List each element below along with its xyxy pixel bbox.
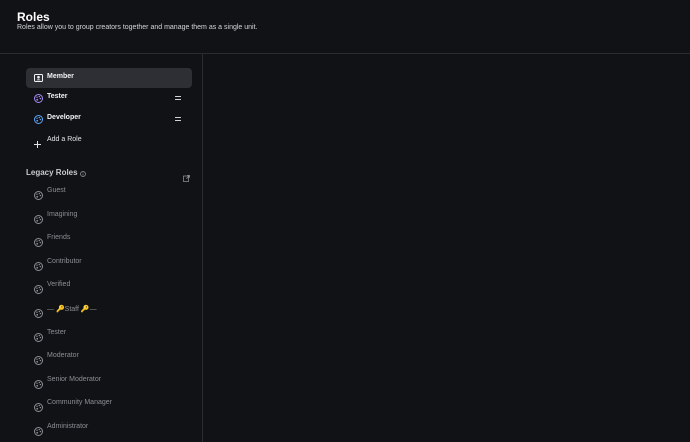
legacy-role-item[interactable]: Tester: [26, 325, 192, 343]
legacy-role-label: Friends: [47, 234, 71, 242]
palette-icon: [34, 281, 43, 295]
legacy-roles-heading: Legacy Roles: [26, 168, 86, 177]
legacy-role-label: — 🔑Staff 🔑—: [47, 306, 97, 313]
role-item-member[interactable]: Member: [26, 68, 192, 88]
legacy-role-label: Guest: [47, 187, 66, 194]
legacy-role-label: Moderator: [47, 352, 79, 360]
legacy-role-label: Tester: [47, 328, 67, 336]
roles-page: Roles Roles allow you to group creators …: [0, 0, 690, 442]
legacy-role-label: Contributor: [47, 257, 82, 265]
palette-icon: [34, 211, 43, 224]
palette-icon: [34, 423, 43, 436]
palette-icon: [33, 93, 43, 103]
add-role-button[interactable]: Add a Role: [26, 131, 192, 151]
legacy-role-item[interactable]: Verified: [26, 277, 192, 295]
legacy-role-item[interactable]: Guest: [26, 183, 192, 201]
legacy-role-label: Senior Moderator: [47, 375, 102, 383]
plus-icon: [33, 136, 43, 148]
legacy-role-label: Verified: [47, 281, 71, 289]
page-title: Roles: [17, 10, 50, 24]
info-icon[interactable]: [79, 170, 86, 177]
legacy-role-item[interactable]: Friends: [26, 230, 192, 248]
legacy-role-item[interactable]: Contributor: [26, 254, 192, 272]
external-link-icon[interactable]: [183, 169, 190, 182]
role-detail-panel: [204, 54, 690, 442]
legacy-roles-title: Legacy Roles: [26, 168, 78, 177]
legacy-role-label: Administrator: [47, 423, 89, 430]
roles-sidebar: Member Tester Developer Add a Role Legac…: [0, 54, 203, 442]
page-header: Roles Roles allow you to group creators …: [0, 0, 690, 54]
palette-icon: [34, 187, 43, 200]
add-role-label: Add a Role: [47, 136, 82, 143]
role-label: Developer: [47, 114, 81, 121]
legacy-role-item[interactable]: — 🔑Staff 🔑—: [26, 301, 192, 319]
palette-icon: [34, 234, 43, 248]
page-subtitle: Roles allow you to group creators togeth…: [17, 24, 258, 31]
palette-icon: [34, 376, 43, 389]
palette-icon: [34, 399, 43, 413]
palette-icon: [34, 305, 43, 318]
legacy-role-label: Community Manager: [47, 399, 112, 407]
legacy-role-item[interactable]: Senior Moderator: [26, 372, 192, 390]
legacy-role-label: Imagining: [47, 210, 78, 218]
legacy-role-item[interactable]: Administrator: [26, 419, 192, 437]
legacy-role-item[interactable]: Community Manager: [26, 395, 192, 413]
role-label: Member: [47, 73, 74, 80]
drag-handle-icon[interactable]: [175, 117, 181, 121]
role-label: Tester: [47, 93, 68, 100]
member-card-icon: [33, 73, 43, 83]
role-item-developer[interactable]: Developer: [26, 109, 192, 129]
palette-icon: [34, 352, 43, 366]
legacy-role-item[interactable]: Imagining: [26, 207, 192, 225]
drag-handle-icon[interactable]: [175, 96, 181, 100]
legacy-role-item[interactable]: Moderator: [26, 348, 192, 366]
palette-icon: [34, 329, 43, 342]
role-item-tester[interactable]: Tester: [26, 88, 192, 108]
palette-icon: [33, 114, 43, 124]
palette-icon: [34, 258, 43, 271]
